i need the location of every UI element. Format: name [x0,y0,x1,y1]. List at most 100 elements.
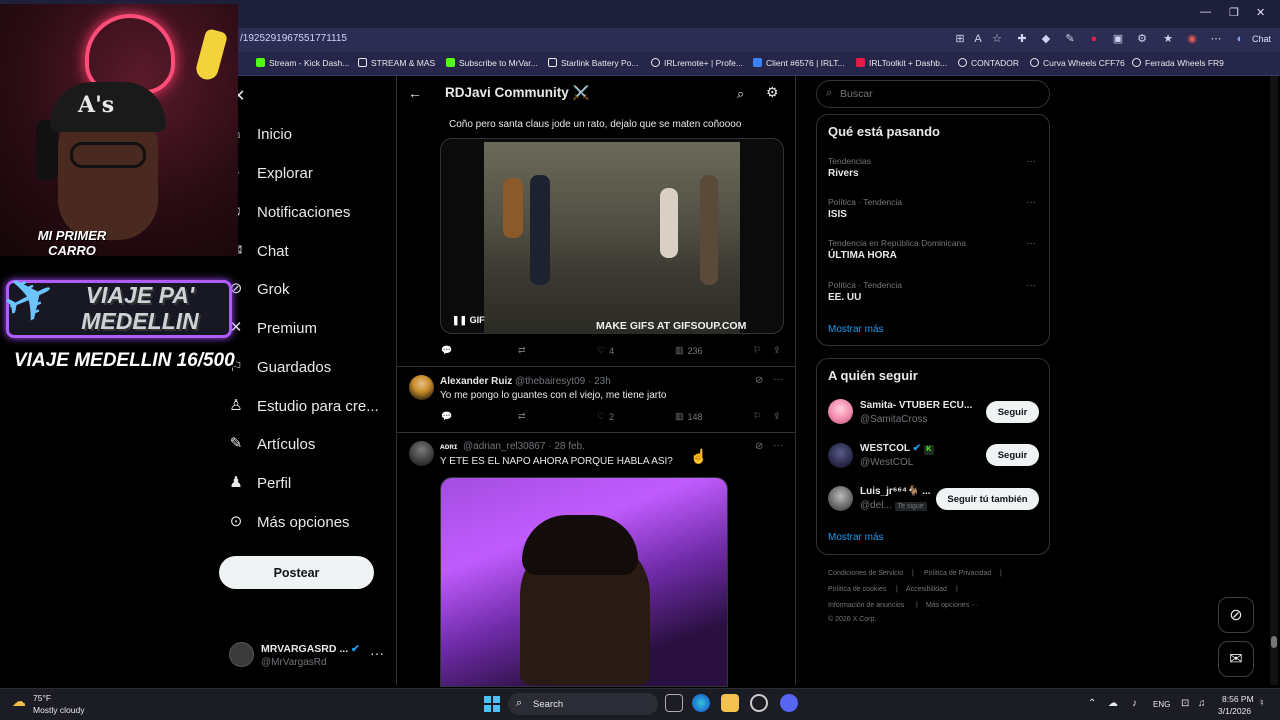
search-icon[interactable]: ⌕ [737,86,744,102]
back-arrow-icon[interactable]: ← [408,85,422,101]
trend-name[interactable]: EE. UU [828,292,861,303]
author-name[interactable]: Alexander Ruiz [440,376,512,387]
nav-item-mas-opciones[interactable]: ⊙ Más opciones [228,507,350,537]
weather-icon[interactable]: ☁ [12,693,26,710]
file-explorer-icon[interactable] [721,694,739,712]
tray-chevron-icon[interactable]: ⌃ [1088,698,1096,709]
footer-link[interactable]: Política de Privacidad [924,570,991,577]
more-icon[interactable]: ··· [1026,238,1036,249]
share-icon[interactable]: ⇪ [773,411,781,422]
avatar[interactable] [409,441,434,466]
bookmark[interactable]: IRLToolkit + Dashb... [856,58,947,68]
notification-bell-icon[interactable]: ♮ [1260,698,1264,709]
avatar[interactable] [828,443,853,468]
scrollbar-thumb[interactable] [1271,636,1277,648]
nav-item-articulos[interactable]: ✎ Artículos [228,429,316,459]
mic-icon[interactable]: ♪ [1132,698,1137,709]
grok-icon[interactable]: ⊘ [755,375,763,386]
obs-icon[interactable] [750,694,768,712]
more-icon[interactable]: ⋯ [1210,33,1222,45]
gif-pause-button[interactable]: ❚❚ GIF [452,315,485,326]
close-icon[interactable]: ✕ [1256,6,1265,19]
avatar[interactable] [828,399,853,424]
language-indicator[interactable]: ENG [1153,700,1170,709]
task-view-icon[interactable] [665,694,683,712]
views-button[interactable]: ▥ 236 [675,345,703,356]
chat-label[interactable]: Chat [1252,34,1271,44]
volume-icon[interactable]: ♫ [1198,698,1206,709]
minimize-icon[interactable]: — [1200,6,1211,18]
app-icon[interactable]: ⊞ [954,33,966,45]
maximize-icon[interactable]: ❐ [1229,6,1239,19]
bookmark[interactable]: Client #6576 | IRLT... [753,58,845,68]
author-handle[interactable]: @adrian_rel30867 · 28 feb. [463,441,585,452]
weather-desc[interactable]: Mostly cloudy [33,705,85,715]
views-button[interactable]: ▥ 148 [675,411,703,422]
follow-back-button[interactable]: Seguir tú también [936,488,1039,510]
more-icon[interactable]: ··· [370,645,384,661]
grok-icon[interactable]: ⊘ [755,441,763,452]
like-button[interactable]: ♡ 4 [597,345,614,356]
follow-button[interactable]: Seguir [986,444,1039,466]
bookmark[interactable]: STREAM & MAS [358,58,435,68]
bookmark[interactable]: Stream - Kick Dash... [256,58,349,68]
footer-link[interactable]: Condiciones de Servicio [828,570,903,577]
bookmark[interactable]: Starlink Battery Po... [548,58,638,68]
reply-icon[interactable]: 💬 [441,345,452,356]
nav-item-premium[interactable]: ✕ Premium [228,313,317,343]
bookmark[interactable]: IRLremote+ | Profe... [651,58,743,68]
extension-icon[interactable]: ✚ [1016,33,1028,45]
footer-link[interactable]: Accesibilidad [906,586,947,593]
footer-link[interactable]: Más opciones ··· [926,602,978,609]
account-name[interactable]: MRVARGASRD ... ✔ [261,643,360,655]
nav-item-notificaciones[interactable]: ♫Notificaciones [228,197,350,227]
windows-start-icon[interactable] [484,696,500,712]
bookmark[interactable]: CONTADOR [958,58,1019,68]
bookmark-icon[interactable]: ⚐ [753,345,761,356]
more-icon[interactable]: ··· [773,374,783,385]
follow-button[interactable]: Seguir [986,401,1039,423]
messages-button[interactable]: ✉ [1218,641,1254,677]
follow-name[interactable]: Luis_jr⁶⁶⁴🐐 ... [860,486,931,497]
favorites-icon[interactable]: ★ [1162,33,1174,45]
retweet-icon[interactable]: ⇄ [518,345,526,356]
nav-item-guardados[interactable]: ⚐ Guardados [228,352,331,382]
more-icon[interactable]: ··· [1026,197,1036,208]
more-icon[interactable]: ··· [773,440,783,451]
avatar[interactable] [229,642,254,667]
grok-button[interactable]: ⊘ [1218,597,1254,633]
extension-icon[interactable]: ◆ [1040,33,1052,45]
clock-date[interactable]: 3/1/2026 [1218,706,1251,716]
more-icon[interactable]: ··· [1026,280,1036,291]
bookmark[interactable]: Ferrada Wheels FR9 [1132,58,1224,68]
share-icon[interactable]: ⇪ [773,345,781,356]
nav-item-perfil[interactable]: ♟ Perfil [228,468,291,498]
clock-time[interactable]: 8:56 PM [1222,694,1254,704]
extension-icon[interactable]: ✎ [1064,33,1076,45]
retweet-icon[interactable]: ⇄ [518,411,526,422]
trend-name[interactable]: Rivers [828,168,859,179]
gear-icon[interactable]: ⚙ [766,84,779,101]
taskbar-search[interactable] [508,693,658,715]
trend-name[interactable]: ISIS [828,209,847,220]
follow-name[interactable]: Samita- VTUBER ECU... [860,400,972,411]
cloud-icon[interactable]: ☁ [1108,698,1118,709]
extension-icon[interactable]: ▣ [1112,33,1124,45]
avatar[interactable] [828,486,853,511]
bookmark[interactable]: Subscribe to MrVar... [446,58,538,68]
follow-name[interactable]: WESTCOL ✔ K [860,443,934,455]
author-name[interactable]: ᴀᴅʀɪ [440,442,457,451]
show-more-link[interactable]: Mostrar más [828,532,884,543]
copilot-icon[interactable]: ◐ [1234,33,1246,45]
edge-icon[interactable] [692,694,710,712]
scrollbar[interactable] [1270,76,1278,685]
weather-temp[interactable]: 75°F [33,693,51,703]
extensions-icon[interactable]: ⚙ [1136,33,1148,45]
nav-item-explorar[interactable]: ⌕Explorar [228,158,313,188]
read-aloud-icon[interactable]: A [972,33,984,45]
discord-icon[interactable] [780,694,798,712]
url-text[interactable]: /1925291967551771115 [240,33,347,44]
nav-item-grok[interactable]: ⊘ Grok [228,274,290,304]
network-icon[interactable]: ⊡ [1181,698,1189,709]
extension-icon[interactable]: ● [1088,33,1100,45]
